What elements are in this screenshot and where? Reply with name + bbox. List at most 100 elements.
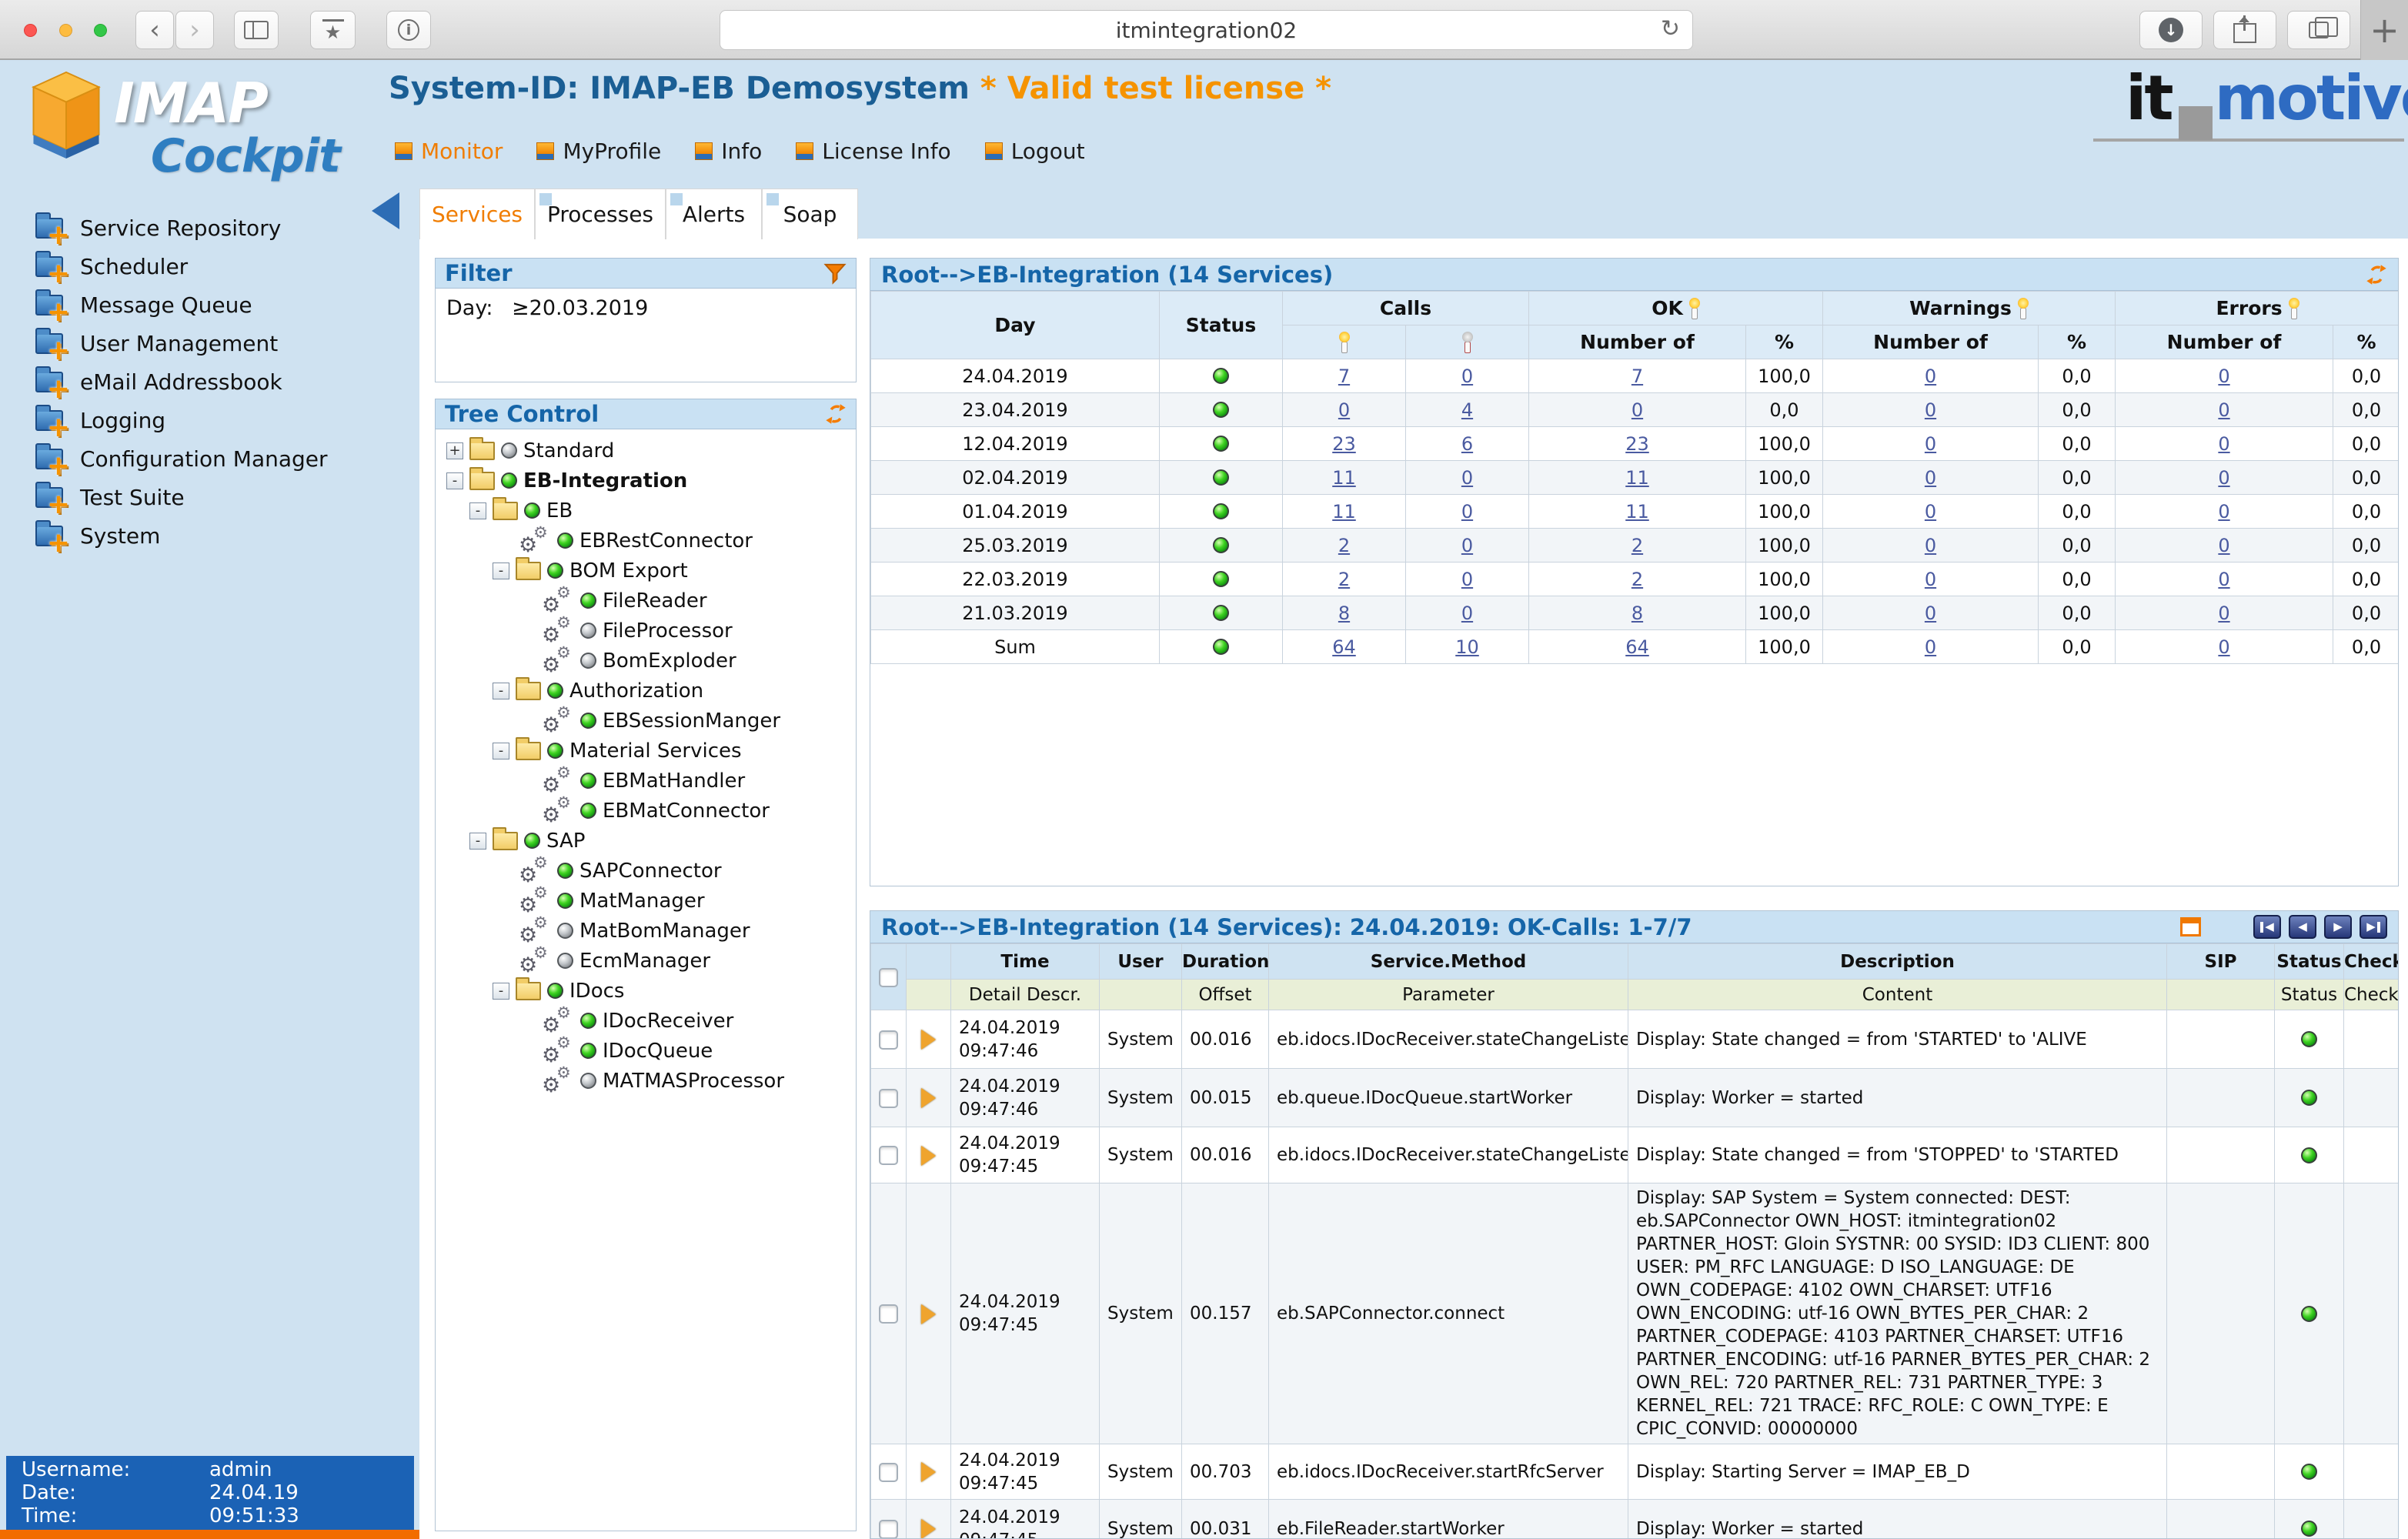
expand-row-icon[interactable] — [921, 1519, 936, 1538]
row-checkbox[interactable] — [879, 1519, 898, 1538]
tree-node-ebsessionmanger[interactable]: EBSessionManger — [436, 703, 856, 737]
minimize-window-button[interactable] — [59, 24, 72, 37]
tree-node-eb-integration[interactable]: - EB-Integration — [436, 466, 856, 496]
share-button[interactable] — [2213, 11, 2276, 49]
collapse-icon[interactable]: - — [446, 472, 463, 489]
expand-row-icon[interactable] — [921, 1030, 936, 1050]
row-checkbox[interactable] — [879, 1304, 898, 1324]
value-link[interactable]: 0 — [2218, 603, 2229, 624]
tree-node-authorization[interactable]: - Authorization — [436, 676, 856, 706]
tab-soap[interactable]: Soap — [762, 189, 858, 239]
value-link[interactable]: 0 — [2218, 433, 2229, 455]
zoom-window-button[interactable] — [94, 24, 107, 37]
tree-node-matmanager[interactable]: MatManager — [436, 883, 856, 917]
value-link[interactable]: 11 — [1625, 501, 1649, 522]
menu-item-info[interactable]: Info — [695, 139, 762, 164]
collapse-icon[interactable]: - — [493, 562, 509, 579]
favorites-button[interactable]: ★ — [310, 11, 356, 49]
value-link[interactable]: 0 — [2218, 501, 2229, 522]
sidebar-item-logging[interactable]: Logging — [0, 401, 419, 442]
tree-node-eb[interactable]: - EB — [436, 496, 856, 526]
value-link[interactable]: 7 — [1631, 366, 1643, 387]
collapse-icon[interactable]: - — [469, 832, 486, 850]
tree-node-ebmatconnector[interactable]: EBMatConnector — [436, 793, 856, 827]
close-window-button[interactable] — [24, 24, 37, 37]
tree-node-sap[interactable]: - SAP — [436, 826, 856, 856]
address-bar[interactable]: itmintegration02 ↻ — [720, 10, 1693, 50]
back-button[interactable]: ‹ — [135, 11, 174, 49]
value-link[interactable]: 0 — [2218, 569, 2229, 590]
value-link[interactable]: 0 — [1925, 569, 1936, 590]
collapse-icon[interactable]: - — [493, 982, 509, 1000]
tab-overview-button[interactable] — [2287, 11, 2350, 49]
tree-node-idocreceiver[interactable]: IDocReceiver — [436, 1003, 856, 1037]
sidebar-item-configuration-manager[interactable]: Configuration Manager — [0, 439, 419, 480]
value-link[interactable]: 2 — [1338, 535, 1350, 556]
downloads-button[interactable]: ↓ — [2139, 11, 2203, 49]
sidebar-item-message-queue[interactable]: Message Queue — [0, 285, 419, 326]
filter-funnel-icon[interactable] — [823, 262, 847, 285]
expand-icon[interactable]: + — [446, 442, 463, 459]
tree-node-ebrestconnector[interactable]: EBRestConnector — [436, 523, 856, 557]
value-link[interactable]: 8 — [1631, 603, 1643, 624]
tree-node-filereader[interactable]: FileReader — [436, 583, 856, 617]
value-link[interactable]: 11 — [1625, 467, 1649, 489]
value-link[interactable]: 23 — [1625, 433, 1649, 455]
tree-node-ecmmanager[interactable]: EcmManager — [436, 943, 856, 977]
value-link[interactable]: 0 — [1925, 501, 1936, 522]
expand-row-icon[interactable] — [921, 1088, 936, 1108]
reader-info-button[interactable]: i — [386, 11, 431, 49]
previous-page-button[interactable]: ◀ — [2289, 915, 2316, 939]
value-link[interactable]: 2 — [1631, 569, 1643, 590]
value-link[interactable]: 0 — [2218, 399, 2229, 421]
tree-node-matmasprocessor[interactable]: MATMASProcessor — [436, 1063, 856, 1097]
select-all-checkbox[interactable] — [879, 967, 898, 987]
open-window-icon[interactable] — [2180, 917, 2201, 936]
value-link[interactable]: 0 — [2218, 636, 2229, 658]
row-checkbox[interactable] — [879, 1088, 898, 1108]
value-link[interactable]: 0 — [2218, 366, 2229, 387]
reload-icon[interactable]: ↻ — [1661, 15, 1680, 42]
value-link[interactable]: 0 — [1925, 535, 1936, 556]
tree-node-fileprocessor[interactable]: FileProcessor — [436, 613, 856, 647]
tree-node-idocqueue[interactable]: IDocQueue — [436, 1033, 856, 1067]
next-page-button[interactable]: ▶ — [2324, 915, 2352, 939]
value-link[interactable]: 11 — [1332, 501, 1356, 522]
value-link[interactable]: 64 — [1332, 636, 1356, 658]
value-link[interactable]: 10 — [1455, 636, 1479, 658]
tree-node-ebmathandler[interactable]: EBMatHandler — [436, 763, 856, 797]
value-link[interactable]: 0 — [1631, 399, 1643, 421]
value-link[interactable]: 23 — [1332, 433, 1356, 455]
tree-node-sapconnector[interactable]: SAPConnector — [436, 853, 856, 887]
value-link[interactable]: 0 — [1925, 399, 1936, 421]
collapse-sidebar-arrow[interactable] — [372, 192, 399, 229]
value-link[interactable]: 0 — [1925, 366, 1936, 387]
value-link[interactable]: 2 — [1338, 569, 1350, 590]
value-link[interactable]: 0 — [1461, 569, 1473, 590]
value-link[interactable]: 4 — [1461, 399, 1473, 421]
value-link[interactable]: 0 — [1925, 467, 1936, 489]
calls-refresh-icon[interactable] — [2366, 263, 2387, 286]
value-link[interactable]: 0 — [2218, 535, 2229, 556]
value-link[interactable]: 0 — [1925, 636, 1936, 658]
row-checkbox[interactable] — [879, 1462, 898, 1482]
tree-refresh-icon[interactable] — [825, 402, 847, 426]
sidebar-item-user-management[interactable]: User Management — [0, 324, 419, 365]
sidebar-item-service-repository[interactable]: Service Repository — [0, 209, 419, 249]
menu-item-logout[interactable]: Logout — [984, 139, 1085, 164]
row-checkbox[interactable] — [879, 1146, 898, 1165]
value-link[interactable]: 0 — [2218, 467, 2229, 489]
new-tab-button[interactable]: + — [2360, 0, 2408, 60]
tree-node-matbommanager[interactable]: MatBomManager — [436, 913, 856, 947]
tree-node-bom-export[interactable]: - BOM Export — [436, 556, 856, 586]
value-link[interactable]: 64 — [1625, 636, 1649, 658]
tree-node-material-services[interactable]: - Material Services — [436, 736, 856, 766]
tab-processes[interactable]: Processes — [535, 189, 666, 239]
value-link[interactable]: 0 — [1925, 433, 1936, 455]
menu-item-license-info[interactable]: License Info — [796, 139, 951, 164]
last-page-button[interactable]: ▶ — [2360, 915, 2387, 939]
menu-item-myprofile[interactable]: MyProfile — [536, 139, 661, 164]
value-link[interactable]: 0 — [1925, 603, 1936, 624]
tab-alerts[interactable]: Alerts — [666, 189, 762, 239]
value-link[interactable]: 2 — [1631, 535, 1643, 556]
